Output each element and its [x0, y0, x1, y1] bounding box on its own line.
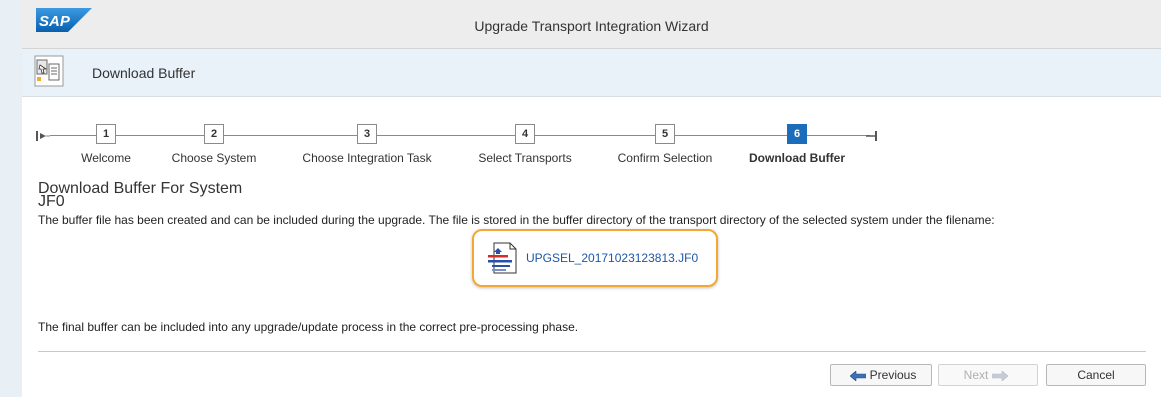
- buffer-description: The buffer file has been created and can…: [38, 213, 995, 227]
- arrow-right-icon: [992, 370, 1009, 381]
- step-number: 4: [515, 124, 535, 144]
- step-label: Select Transports: [478, 151, 572, 165]
- system-id: JF0: [38, 193, 65, 210]
- step-label: Choose System: [171, 151, 257, 165]
- step-label: Choose Integration Task: [302, 151, 432, 165]
- window-title: Upgrade Transport Integration Wizard: [474, 18, 709, 34]
- buffer-file-icon: [488, 242, 517, 274]
- next-button[interactable]: Next: [938, 364, 1038, 386]
- step-number: 1: [96, 124, 116, 144]
- cancel-label: Cancel: [1077, 368, 1115, 382]
- buffer-file-link[interactable]: UPGSEL_20171023123813.JF0: [472, 229, 718, 287]
- roadmap-start-icon: [36, 131, 50, 141]
- step-choose-system[interactable]: 2 Choose System: [172, 124, 256, 165]
- title-bar: SAP Upgrade Transport Integration Wizard: [22, 0, 1161, 49]
- arrow-left-icon: [849, 370, 866, 381]
- previous-label: Previous: [869, 368, 917, 382]
- step-welcome[interactable]: 1 Welcome: [81, 124, 131, 165]
- roadmap-line: [50, 135, 870, 136]
- previous-button[interactable]: Previous: [830, 364, 932, 386]
- cancel-button[interactable]: Cancel: [1046, 364, 1146, 386]
- roadmap-end-icon: [866, 131, 877, 141]
- step-label: Welcome: [81, 151, 131, 165]
- footer-divider: [38, 351, 1146, 352]
- document-transfer-icon: [34, 55, 64, 87]
- step-confirm-selection[interactable]: 5 Confirm Selection: [618, 124, 712, 165]
- roadmap: 1 Welcome 2 Choose System 3 Choose Integ…: [36, 124, 936, 168]
- next-label: Next: [963, 368, 989, 382]
- step-number: 6: [787, 124, 807, 144]
- step-download-buffer[interactable]: 6 Download Buffer: [749, 124, 845, 165]
- step-select-transports[interactable]: 4 Select Transports: [478, 124, 572, 165]
- page-title: Download Buffer: [92, 65, 196, 81]
- step-number: 2: [204, 124, 224, 144]
- final-buffer-note: The final buffer can be included into an…: [38, 320, 579, 334]
- step-number: 5: [655, 124, 675, 144]
- buffer-file-name[interactable]: UPGSEL_20171023123813.JF0: [526, 251, 698, 265]
- left-strip: [0, 0, 22, 397]
- step-label: Confirm Selection: [617, 151, 713, 165]
- step-choose-integration-task[interactable]: 3 Choose Integration Task: [302, 124, 432, 165]
- page-header: Download Buffer: [22, 49, 1161, 97]
- step-label: Download Buffer: [749, 151, 845, 165]
- step-number: 3: [357, 124, 377, 144]
- section-title: Download Buffer For System: [38, 180, 243, 197]
